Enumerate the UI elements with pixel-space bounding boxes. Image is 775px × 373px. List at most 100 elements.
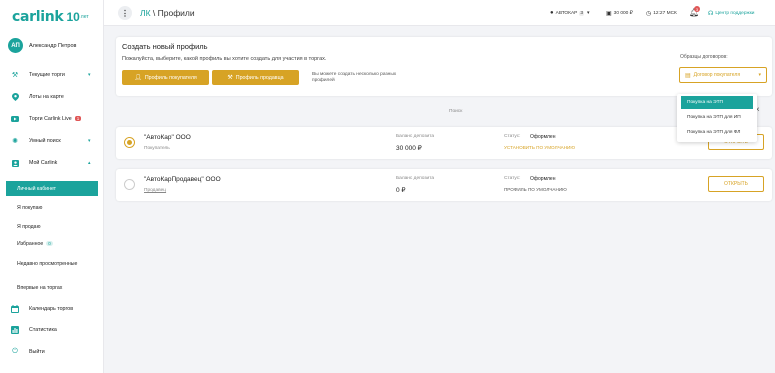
sidebar: carlink 10 лет АП Александр Петров ⚒ Тек… — [0, 0, 104, 373]
create-profile-note: Вы можете создать несколько разных профи… — [312, 72, 397, 83]
chevron-down-icon: ▾ — [88, 72, 91, 78]
balance-label: Баланс депозита — [396, 176, 435, 181]
profile-radio[interactable] — [124, 137, 135, 148]
carlink-logo[interactable]: carlink 10 лет — [12, 8, 89, 26]
calendar-icon — [11, 305, 19, 313]
user-icon: 👤︎ — [134, 75, 142, 81]
breadcrumb-separator: \ — [150, 8, 158, 18]
menu-button[interactable]: ⋮ — [118, 6, 132, 20]
contract-select-value: Договор покупателя — [693, 72, 741, 78]
sidebar-item-label: Текущие торги — [29, 72, 65, 78]
user-block[interactable]: АП Александр Петров — [8, 38, 76, 53]
balance-label: Баланс депозита — [396, 134, 435, 139]
seller-profile-label: Профиль продавца — [235, 74, 284, 81]
notification-badge: 3 — [694, 6, 700, 12]
balance-display[interactable]: ▣ 30 000 ₽ — [606, 10, 633, 17]
chevron-up-icon: ▴ — [88, 160, 91, 166]
profile-card[interactable]: "АвтоКар" ООО Покупатель Баланс депозита… — [116, 127, 772, 159]
dropdown-option-etp-ip[interactable]: Покупка на ЭТП для ИП — [681, 111, 753, 124]
headset-icon: ☊ — [708, 11, 714, 17]
profile-icon — [11, 159, 19, 167]
favorites-count-badge: 0 — [46, 241, 53, 246]
profile-role: Покупатель — [144, 146, 170, 151]
sidebar-item-smart-search[interactable]: ✺ Умный поиск ▾ — [0, 134, 104, 148]
status-label: Статус: — [504, 176, 521, 181]
logo-number: 10 — [66, 10, 80, 24]
search-label[interactable]: Поиск — [449, 109, 462, 114]
sidebar-item-label: Умный поиск — [29, 138, 61, 144]
sidebar-item-logout[interactable]: ⏻ Выйти — [0, 345, 104, 359]
seller-profile-button[interactable]: ⚒ Профиль продавца — [212, 70, 299, 85]
sidebar-subitem-favorites[interactable]: Избранное 0 — [0, 241, 104, 247]
contract-samples-label: Образцы договоров: — [680, 54, 728, 60]
avatar: АП — [8, 38, 23, 53]
open-profile-button[interactable]: ОТКРЫТЬ — [708, 176, 764, 192]
wallet-icon: ▣ — [606, 11, 612, 17]
chevron-down-icon: ▾ — [758, 72, 761, 78]
balance-value: 30 000 ₽ — [613, 11, 633, 16]
hammer-icon: ⚒ — [11, 72, 19, 79]
power-icon: ⏻ — [12, 348, 18, 355]
sidebar-item-label: Выйти — [29, 349, 45, 355]
sidebar-item-map[interactable]: Лоты на карте — [0, 90, 104, 104]
status-value: Оформлен — [530, 134, 556, 140]
clock-display: ◷ 12:27 МСК — [646, 10, 677, 17]
profile-card[interactable]: "АвтоКарПродавец" ООО Продавец Баланс де… — [116, 169, 772, 201]
contract-select[interactable]: ▤ Договор покупателя ▾ — [679, 67, 767, 83]
sidebar-item-label: Мой Carlink — [29, 160, 58, 166]
sidebar-item-label: Торги Carlink Live 1 — [29, 116, 82, 122]
buyer-profile-button[interactable]: 👤︎ Профиль покупателя — [122, 70, 209, 85]
chevron-down-icon: ▾ — [88, 138, 91, 144]
balance-value: 30 000 ₽ — [396, 145, 422, 152]
user-name: Александр Петров — [29, 42, 77, 49]
sidebar-subitem-cabinet[interactable]: Личный кабинет — [6, 181, 98, 196]
dropdown-option-etp-fl[interactable]: Покупка на ЭТП для ФЛ — [681, 126, 753, 139]
sidebar-item-label: Календарь торгов — [29, 306, 74, 312]
support-label: Центр поддержки — [715, 11, 755, 16]
stats-icon — [11, 326, 19, 334]
create-profile-description: Пожалуйста, выберите, какой профиль вы х… — [122, 56, 327, 62]
sidebar-item-label: Статистика — [29, 327, 57, 333]
breadcrumb: ЛК \ Профили — [140, 8, 195, 18]
sidebar-subitem-label: Личный кабинет — [17, 185, 57, 192]
dropdown-option-etp[interactable]: Покупка на ЭТП — [681, 96, 753, 109]
sidebar-item-live[interactable]: Торги Carlink Live 1 — [0, 112, 104, 126]
map-pin-icon — [11, 93, 19, 101]
document-icon: ▤ — [685, 72, 691, 79]
topbar: ⋮ ЛК \ Профили ● АВТОКАР 3 ▾ ▣ 30 000 ₽ … — [104, 0, 775, 26]
sidebar-subitem-label: Избранное — [17, 241, 44, 247]
chevron-down-icon: ▾ — [587, 10, 590, 16]
sidebar-subitem-buying[interactable]: Я покупаю — [0, 205, 104, 211]
clock-icon: ◷ — [646, 11, 652, 17]
create-profile-panel: Создать новый профиль Пожалуйста, выбери… — [116, 37, 772, 96]
sidebar-item-calendar[interactable]: Календарь торгов — [0, 302, 104, 316]
sidebar-item-label: Лоты на карте — [29, 94, 64, 100]
support-link[interactable]: ☊ Центр поддержки — [708, 10, 755, 17]
profile-name: "АвтоКарПродавец" ООО — [144, 176, 221, 183]
sidebar-item-current-auctions[interactable]: ⚒ Текущие торги ▾ — [0, 68, 104, 82]
notifications-button[interactable]: 🔔︎ 3 — [689, 6, 700, 17]
sidebar-subitem-recent[interactable]: Недавно просмотренные — [0, 260, 90, 268]
time-value: 12:27 МСК — [653, 11, 677, 16]
account-switcher[interactable]: ● АВТОКАР 3 ▾ — [550, 10, 589, 16]
default-profile-text: ПРОФИЛЬ ПО УМОЛЧАНИЮ — [504, 187, 567, 192]
set-default-link[interactable]: УСТАНОВИТЬ ПО УМОЛЧАНИЮ — [504, 145, 575, 150]
sidebar-item-my-carlink[interactable]: Мой Carlink ▴ — [0, 156, 104, 170]
account-count-badge: 3 — [579, 10, 585, 16]
sidebar-item-text: Торги Carlink Live — [29, 116, 72, 122]
profile-name: "АвтоКар" ООО — [144, 134, 191, 141]
status-value: Оформлен — [530, 176, 556, 182]
main-content: Создать новый профиль Пожалуйста, выбери… — [104, 26, 775, 373]
bulb-icon: ✺ — [12, 138, 18, 145]
live-icon — [11, 115, 19, 123]
sidebar-item-statistics[interactable]: Статистика — [0, 323, 104, 337]
profile-radio[interactable] — [124, 179, 135, 190]
user-circle-icon: ● — [550, 10, 554, 16]
buyer-profile-label: Профиль покупателя — [144, 74, 197, 81]
status-label: Статус: — [504, 134, 521, 139]
contract-dropdown: Покупка на ЭТП Покупка на ЭТП для ИП Пок… — [677, 94, 757, 142]
profile-role[interactable]: Продавец — [144, 188, 166, 193]
breadcrumb-root[interactable]: ЛК — [140, 8, 151, 18]
sidebar-subitem-selling[interactable]: Я продаю — [0, 224, 104, 230]
sidebar-subitem-first-time[interactable]: Впервые на торгах — [0, 285, 104, 291]
